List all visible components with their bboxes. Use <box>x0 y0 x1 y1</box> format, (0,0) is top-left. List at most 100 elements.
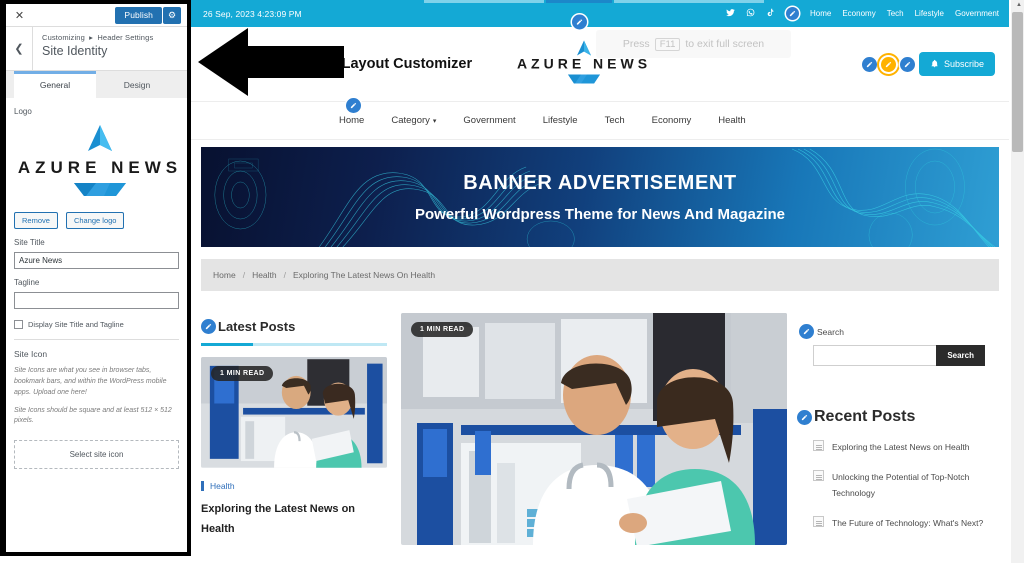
nav-item-category[interactable]: Category ▾ <box>391 115 436 126</box>
site-title-label: Site Title <box>14 238 45 247</box>
nav-item-government[interactable]: Government <box>463 115 515 126</box>
site-title-input[interactable] <box>14 252 179 269</box>
breadcrumb-item-home[interactable]: Home <box>213 270 236 280</box>
topbar-nav-item[interactable]: Lifestyle <box>915 9 944 18</box>
post-category-tag[interactable]: Health <box>201 480 235 491</box>
logo-actions: Remove Change logo <box>14 212 179 229</box>
edit-pin-main-nav[interactable] <box>346 98 361 113</box>
topbar-nav-item[interactable]: Home <box>810 9 831 18</box>
fullscreen-hint-key: F11 <box>654 37 681 51</box>
display-title-tagline-checkbox[interactable] <box>14 320 23 329</box>
logo-preview: AZURE NEWS <box>14 119 179 206</box>
nav-item-health[interactable]: Health <box>718 115 745 126</box>
doctors-photo-large <box>401 313 787 545</box>
change-logo-button[interactable]: Change logo <box>65 212 125 229</box>
tagline-input[interactable] <box>14 292 179 309</box>
search-widget-label: Search <box>817 326 844 337</box>
scroll-up-arrow-icon[interactable]: ▲ <box>1016 2 1022 8</box>
breadcrumb-separator: / <box>283 270 287 280</box>
edit-pin-subscribe[interactable] <box>899 56 915 72</box>
latest-post-thumbnail[interactable]: 1 MIN READ <box>201 357 387 468</box>
content-area: Latest Posts 1 MIN READ Health Exploring… <box>191 291 1009 545</box>
search-widget: Search Search <box>799 313 997 379</box>
read-time-badge: 1 MIN READ <box>211 366 274 381</box>
recent-post-link[interactable]: Exploring the Latest News on Health <box>832 439 970 456</box>
edit-pin-logo[interactable] <box>572 14 587 30</box>
customizer-tabs: General Design <box>6 71 187 98</box>
banner-subtitle: Powerful Wordpress Theme for News And Ma… <box>414 205 786 223</box>
display-title-tagline-row[interactable]: Display Site Title and Tagline <box>14 320 179 329</box>
nav-item-economy[interactable]: Economy <box>652 115 692 126</box>
sidebar: Search Search Recent Posts Exploring the… <box>797 313 997 545</box>
edit-pin-recent-posts[interactable] <box>797 409 812 425</box>
recent-posts-widget: Recent Posts Exploring the Latest News o… <box>797 397 997 545</box>
document-icon <box>813 515 824 527</box>
topbar-nav-item[interactable]: Government <box>955 9 999 18</box>
edit-pin-header-focused[interactable] <box>880 56 896 72</box>
nav-item-category-label: Category <box>391 115 430 126</box>
customizer-controls: Logo AZURE NEWS Remove Change logo Site … <box>6 98 187 552</box>
recent-post-link[interactable]: The Future of Technology: What's Next? <box>832 515 983 532</box>
select-site-icon-button[interactable]: Select site icon <box>14 440 179 470</box>
tiktok-icon[interactable] <box>766 8 775 19</box>
breadcrumb-separator: / <box>242 270 246 280</box>
azure-news-logo: AZURE NEWS <box>18 125 177 196</box>
breadcrumb-item-current: Exploring The Latest News On Health <box>293 270 436 280</box>
nav-item-home[interactable]: Home <box>339 115 364 126</box>
fullscreen-hint-post: to exit full screen <box>685 38 765 50</box>
breadcrumb: Home / Health / Exploring The Latest New… <box>201 259 999 291</box>
wordpress-customizer-panel: ✕ Publish ⚙ ❮ Customizing ▸ Header Setti… <box>0 0 191 556</box>
page-scrollbar-thumb[interactable] <box>1012 12 1023 152</box>
edit-pin-topbar-nav[interactable] <box>786 7 799 20</box>
site-icon-label: Site Icon <box>14 349 48 359</box>
topbar-datetime: 26 Sep, 2023 4:23:09 PM <box>203 8 302 19</box>
section-underline <box>201 343 387 346</box>
subscribe-button[interactable]: Subscribe <box>918 52 995 76</box>
post-title[interactable]: Exploring the Latest News on Health <box>201 499 387 540</box>
featured-post-thumbnail[interactable]: 1 MIN READ <box>401 313 787 545</box>
browser-tab-remnant <box>614 0 764 3</box>
breadcrumb-item-health[interactable]: Health <box>252 270 277 280</box>
chevron-down-icon: ▾ <box>432 117 437 125</box>
display-title-tagline-label: Display Site Title and Tagline <box>28 320 124 329</box>
tab-design[interactable]: Design <box>96 71 178 98</box>
whatsapp-icon[interactable] <box>746 8 755 19</box>
edit-pin-search-widget[interactable] <box>799 324 814 339</box>
banner-decoration <box>214 148 996 247</box>
subscribe-label: Subscribe <box>943 59 984 69</box>
nav-item-lifestyle[interactable]: Lifestyle <box>543 115 578 126</box>
section-heading: Customizing ▸ Header Settings Site Ident… <box>33 27 153 70</box>
recent-post-link[interactable]: Unlocking the Potential of Top-Notch Tec… <box>832 469 985 502</box>
twitter-icon[interactable] <box>726 8 735 19</box>
back-button[interactable]: ❮ <box>6 27 33 70</box>
left-arrow-pointer <box>198 28 344 96</box>
edit-pin-header-left[interactable] <box>861 56 877 72</box>
search-input[interactable] <box>813 345 937 366</box>
fullscreen-hint-pre: Press <box>622 38 650 50</box>
edit-pin-latest-posts[interactable] <box>201 319 216 334</box>
banner-title: BANNER ADVERTISEMENT <box>463 171 737 194</box>
latest-posts-header: Latest Posts <box>201 319 387 334</box>
search-submit-button[interactable]: Search <box>936 345 985 366</box>
banner-advertisement[interactable]: BANNER ADVERTISEMENT Powerful Wordpress … <box>201 147 999 247</box>
list-item[interactable]: Unlocking the Potential of Top-Notch Tec… <box>813 469 985 502</box>
latest-posts-widget: Latest Posts 1 MIN READ Health Exploring… <box>201 313 387 540</box>
topbar-nav: Home Economy Tech Lifestyle Government <box>810 9 999 18</box>
tab-general[interactable]: General <box>14 71 96 98</box>
tagline-label: Tagline <box>14 278 40 287</box>
topbar-nav-item[interactable]: Economy <box>842 9 875 18</box>
featured-post: 1 MIN READ <box>401 313 787 545</box>
list-item[interactable]: Exploring the Latest News on Health <box>813 439 985 456</box>
topbar-nav-item[interactable]: Tech <box>887 9 904 18</box>
breadcrumb-root: Customizing <box>42 33 85 42</box>
close-icon[interactable]: ✕ <box>6 4 33 26</box>
nav-item-tech[interactable]: Tech <box>605 115 625 126</box>
topbar-right: Home Economy Tech Lifestyle Government <box>726 7 999 20</box>
remove-logo-button[interactable]: Remove <box>14 212 58 229</box>
latest-posts-title: Latest Posts <box>218 319 296 334</box>
customizer-breadcrumb: Customizing ▸ Header Settings <box>42 33 153 42</box>
list-item[interactable]: The Future of Technology: What's Next? <box>813 515 985 532</box>
gear-icon[interactable]: ⚙ <box>163 6 181 24</box>
publish-button[interactable]: Publish <box>115 6 162 24</box>
search-form: Search <box>813 345 985 366</box>
